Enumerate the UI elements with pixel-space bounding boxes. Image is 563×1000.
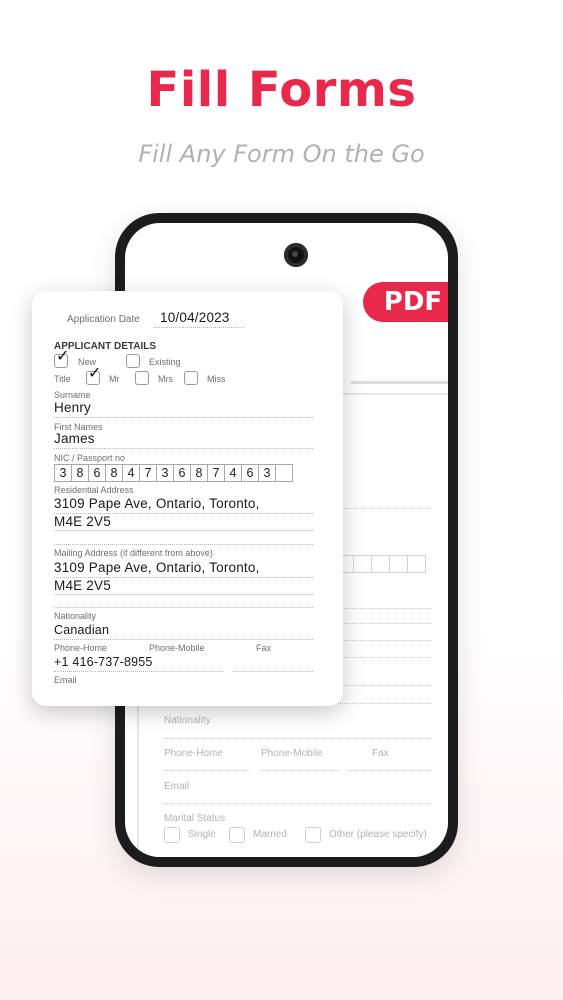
residential-address-line2[interactable]: M4E 2V5 (54, 514, 111, 529)
married-label: Married (253, 829, 287, 840)
nic-cell: 8 (190, 464, 208, 482)
nic-cell: 7 (139, 464, 157, 482)
field-line (347, 770, 432, 771)
field-line (54, 594, 313, 595)
phone-home-label: Phone-Home (164, 748, 223, 759)
field-line (164, 803, 432, 804)
marital-status-label: Marital Status (164, 813, 226, 824)
mrs-label: Mrs (158, 374, 173, 384)
field-line (261, 770, 339, 771)
application-date-label: Application Date (67, 314, 140, 325)
miss-checkbox[interactable] (184, 371, 198, 385)
mailing-address-label: Mailing Address (if different from above… (54, 548, 213, 558)
id-cells (335, 555, 426, 573)
filled-form-card: Application Date 10/04/2023 APPLICANT DE… (32, 291, 343, 706)
field-line (54, 448, 313, 449)
checkmark-icon: ✓ (56, 348, 70, 365)
residential-address-line1[interactable]: 3109 Pape Ave, Ontario, Toronto, (54, 496, 260, 511)
existing-label: Existing (149, 357, 181, 367)
nic-cell (275, 464, 293, 482)
nic-cell: 3 (156, 464, 174, 482)
nic-cell: 8 (105, 464, 123, 482)
field-line (54, 671, 224, 672)
nic-passport-cells[interactable]: 3 8 6 8 4 7 3 6 8 7 4 6 3 (54, 464, 293, 482)
field-line (232, 671, 313, 672)
surname-label: Surname (54, 390, 91, 400)
first-names-value[interactable]: James (54, 431, 95, 446)
nationality-label: Nationality (54, 611, 97, 621)
nic-label: NIC / Passport no (54, 453, 126, 463)
miss-label: Miss (207, 374, 226, 384)
checkmark-icon: ✓ (88, 365, 102, 382)
nic-cell: 3 (54, 464, 72, 482)
nic-cell: 6 (173, 464, 191, 482)
nic-cell: 3 (258, 464, 276, 482)
phone-home-label: Phone-Home (54, 643, 108, 653)
mailing-address-line1[interactable]: 3109 Pape Ave, Ontario, Toronto, (54, 560, 260, 575)
existing-checkbox[interactable] (126, 354, 140, 368)
field-line (164, 770, 250, 771)
field-line (54, 544, 313, 545)
single-checkbox[interactable] (164, 827, 180, 843)
nic-cell: 4 (122, 464, 140, 482)
mailing-address-line2[interactable]: M4E 2V5 (54, 578, 111, 593)
nic-cell: 8 (71, 464, 89, 482)
nic-cell: 6 (88, 464, 106, 482)
divider (351, 381, 448, 384)
phone-mobile-label: Phone-Mobile (149, 643, 205, 653)
camera-icon (284, 243, 308, 267)
email-label: Email (54, 675, 77, 685)
field-line (154, 327, 244, 328)
phone-home-value[interactable]: +1 416-737-8955 (54, 655, 153, 669)
pdf-badge: PDF (363, 282, 448, 322)
hero-title: Fill Forms (146, 62, 417, 118)
other-label: Other (please specify) (329, 829, 427, 840)
field-line (164, 738, 432, 739)
title-label: Title (54, 374, 71, 384)
field-line (54, 639, 313, 640)
application-date-value[interactable]: 10/04/2023 (160, 310, 230, 325)
email-label: Email (164, 781, 190, 792)
nic-cell: 6 (241, 464, 259, 482)
married-checkbox[interactable] (229, 827, 245, 843)
field-line (54, 417, 313, 418)
single-label: Single (188, 829, 216, 840)
other-checkbox[interactable] (305, 827, 321, 843)
nic-cell: 7 (207, 464, 225, 482)
residential-address-label: Residential Address (54, 485, 134, 495)
field-line (54, 607, 313, 608)
surname-value[interactable]: Henry (54, 400, 91, 415)
nic-cell: 4 (224, 464, 242, 482)
fax-label: Fax (372, 748, 389, 759)
nationality-value[interactable]: Canadian (54, 623, 109, 637)
field-line (54, 530, 313, 531)
hero-subtitle: Fill Any Form On the Go (138, 140, 425, 168)
phone-mobile-label: Phone-Mobile (261, 748, 323, 759)
fax-label: Fax (256, 643, 272, 653)
mr-label: Mr (109, 374, 120, 384)
nationality-label: Nationality (164, 715, 211, 726)
mrs-checkbox[interactable] (135, 371, 149, 385)
